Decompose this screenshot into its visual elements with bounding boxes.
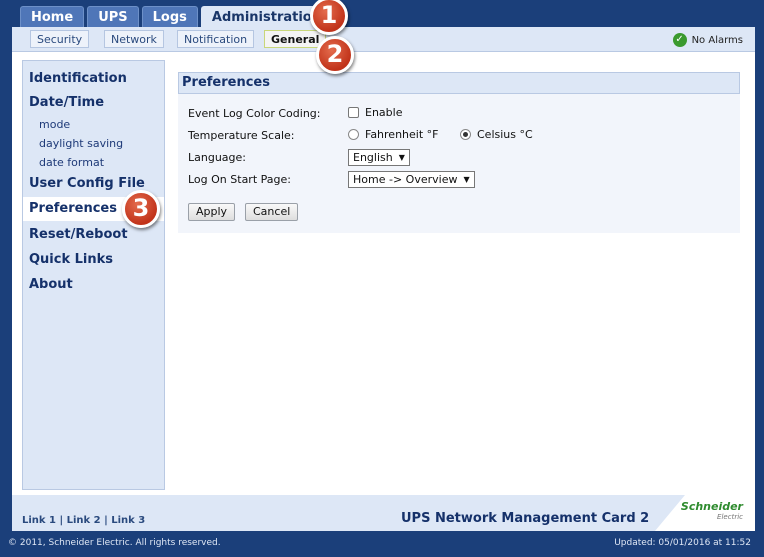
- cancel-button[interactable]: Cancel: [245, 203, 299, 221]
- sidebar-subitem-date-format[interactable]: date format: [39, 156, 104, 169]
- sidebar-item-preferences[interactable]: Preferences: [29, 201, 117, 216]
- tab-ups[interactable]: UPS: [87, 6, 139, 28]
- celsius-option[interactable]: Celsius °C: [460, 128, 533, 141]
- annotation-marker-2: 2: [316, 36, 354, 74]
- language-select[interactable]: English ▼: [348, 149, 410, 166]
- footer: Link 1 | Link 2 | Link 3 UPS Network Man…: [12, 495, 755, 531]
- bottom-bar: © 2011, Schneider Electric. All rights r…: [0, 531, 764, 557]
- logo-brand-sub: Electric: [717, 513, 743, 521]
- schneider-logo: Schneider Electric: [681, 501, 743, 523]
- main-panel: Identification Date/Time mode daylight s…: [12, 52, 755, 495]
- alarm-status[interactable]: ✓ No Alarms: [672, 33, 743, 47]
- sidebar-item-about[interactable]: About: [29, 277, 73, 292]
- dropdown-arrow-icon: ▼: [398, 153, 405, 162]
- preferences-panel: Preferences Event Log Color Coding: Enab…: [178, 72, 740, 233]
- subtab-network[interactable]: Network: [104, 30, 164, 48]
- subtab-security[interactable]: Security: [30, 30, 90, 48]
- language-label: Language:: [188, 151, 246, 164]
- section-title: Preferences: [178, 72, 740, 94]
- subtab-general[interactable]: General: [264, 30, 327, 48]
- celsius-radio[interactable]: [460, 129, 471, 140]
- sidebar-subitem-daylight-saving[interactable]: daylight saving: [39, 137, 123, 150]
- sidebar-item-identification[interactable]: Identification: [29, 71, 127, 86]
- footer-product-title: UPS Network Management Card 2: [401, 511, 650, 526]
- annotation-marker-3: 3: [122, 190, 160, 228]
- fahrenheit-radio[interactable]: [348, 129, 359, 140]
- updated-timestamp: Updated: 05/01/2016 at 11:52: [614, 538, 751, 548]
- copyright: © 2011, Schneider Electric. All rights r…: [8, 538, 221, 548]
- subtab-notification[interactable]: Notification: [177, 30, 255, 48]
- fahrenheit-label: Fahrenheit °F: [365, 128, 439, 141]
- top-nav: Home UPS Logs Administration: [20, 6, 332, 28]
- sidebar-subitem-mode[interactable]: mode: [39, 118, 70, 131]
- sub-nav: Security Network Notification General ✓ …: [12, 27, 755, 52]
- alarm-status-label: No Alarms: [691, 34, 743, 46]
- event-log-label: Event Log Color Coding:: [188, 107, 321, 120]
- start-page-label: Log On Start Page:: [188, 173, 291, 186]
- tab-home[interactable]: Home: [20, 6, 85, 28]
- footer-links[interactable]: Link 1 | Link 2 | Link 3: [22, 515, 145, 526]
- event-log-checkbox[interactable]: [348, 107, 359, 118]
- tab-logs[interactable]: Logs: [141, 6, 198, 28]
- start-page-select-value: Home -> Overview: [353, 173, 458, 186]
- sidebar-item-datetime[interactable]: Date/Time: [29, 95, 104, 110]
- apply-button[interactable]: Apply: [188, 203, 236, 221]
- sidebar-item-reset-reboot[interactable]: Reset/Reboot: [29, 227, 128, 242]
- event-log-enable-label: Enable: [365, 106, 403, 119]
- start-page-select[interactable]: Home -> Overview ▼: [348, 171, 475, 188]
- language-select-value: English: [353, 151, 393, 164]
- sidebar-item-user-config-file[interactable]: User Config File: [29, 176, 145, 191]
- fahrenheit-option[interactable]: Fahrenheit °F: [348, 128, 438, 141]
- celsius-label: Celsius °C: [477, 128, 533, 141]
- checkmark-icon: ✓: [672, 33, 687, 47]
- temperature-scale-label: Temperature Scale:: [188, 129, 295, 142]
- event-log-enable-control[interactable]: Enable: [348, 106, 402, 119]
- sidebar: Identification Date/Time mode daylight s…: [22, 60, 165, 490]
- sidebar-item-quick-links[interactable]: Quick Links: [29, 252, 113, 267]
- dropdown-arrow-icon: ▼: [463, 175, 470, 184]
